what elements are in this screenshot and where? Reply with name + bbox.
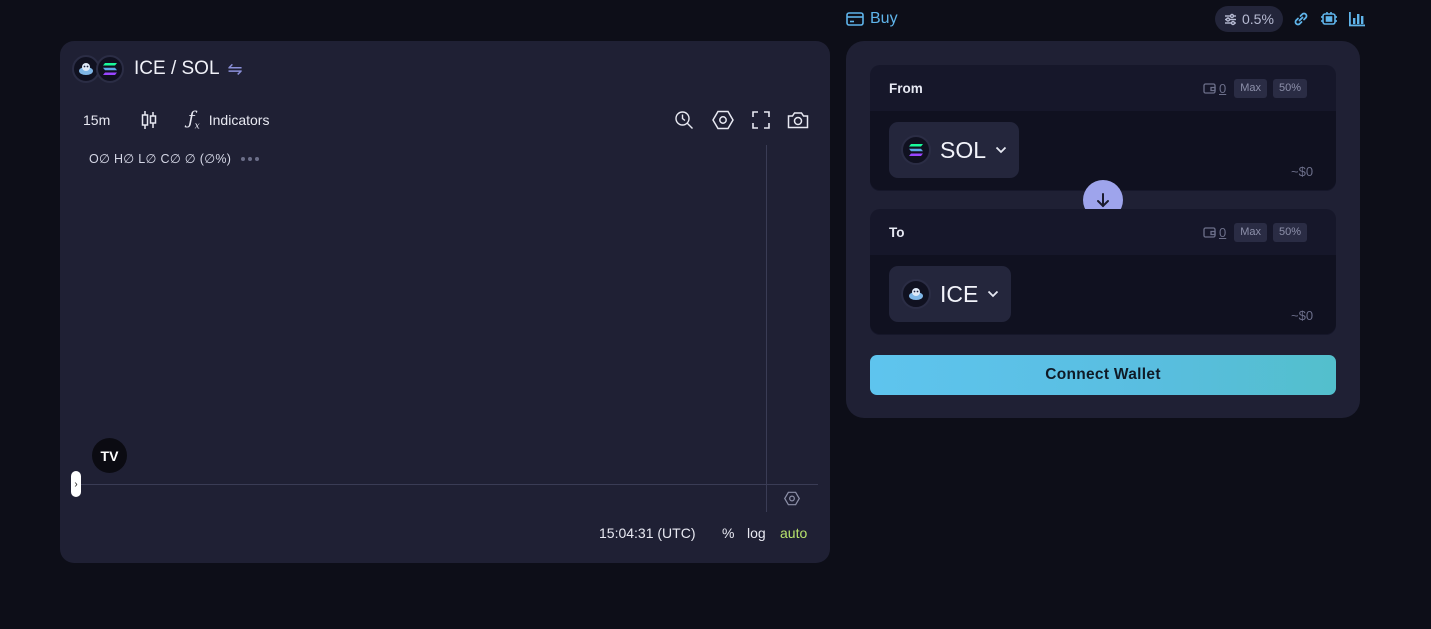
buy-label: Buy (870, 10, 898, 27)
indicators-label: Indicators (208, 112, 270, 128)
to-balance-controls: 0 Max 50% (1203, 222, 1308, 242)
card-icon (846, 12, 864, 26)
stats-button[interactable] (1347, 9, 1367, 29)
percent-scale-toggle[interactable]: % (722, 522, 734, 544)
candlestick-icon (141, 111, 157, 129)
settings-sliders-icon (1225, 13, 1236, 25)
to-token-select[interactable]: ICE (889, 266, 1012, 322)
to-token-symbol: ICE (940, 280, 979, 307)
from-token-select[interactable]: SOL (889, 122, 1020, 178)
from-usd-value: ~$0 (1291, 164, 1314, 179)
settings-hex-icon (784, 491, 800, 505)
pair-title: ICE / SOL (134, 58, 220, 79)
chip-icon (1320, 12, 1337, 25)
tradingview-logo-text: TV (100, 447, 119, 464)
slippage-value: 0.5% (1242, 11, 1274, 27)
chart-toolbar: 15m ƒx Indicators (72, 104, 820, 136)
wallet-icon (1203, 226, 1216, 238)
pair-header: ICE / SOL ⇋ (72, 53, 243, 85)
from-label: From (889, 81, 923, 96)
from-balance-controls: 0 Max 50% (1203, 78, 1308, 98)
buy-link[interactable]: Buy (846, 9, 898, 29)
bar-chart-icon (1348, 12, 1365, 27)
link-button[interactable] (1291, 9, 1311, 29)
tradingview-logo[interactable]: TV (92, 438, 127, 473)
chevron-down-icon (995, 146, 1007, 154)
from-max-button[interactable]: Max (1234, 78, 1268, 98)
routing-button[interactable] (1319, 9, 1339, 29)
swap-pair-icon[interactable]: ⇋ (228, 59, 243, 80)
connect-wallet-button[interactable]: Connect Wallet (870, 355, 1336, 395)
from-balance[interactable]: 0 (1219, 81, 1226, 96)
ice-token-icon (79, 63, 93, 75)
settings-hex-icon (712, 110, 734, 130)
sol-token-avatar (901, 135, 931, 165)
ice-token-icon (909, 288, 923, 300)
top-actions: 0.5% (1215, 6, 1367, 32)
screenshot-button[interactable] (787, 104, 809, 136)
interval-button[interactable]: 15m (83, 104, 110, 136)
arrow-down-icon (1097, 193, 1109, 208)
log-scale-toggle[interactable]: log (747, 522, 766, 544)
to-half-button[interactable]: 50% (1273, 222, 1308, 242)
chevron-right-icon: › (74, 478, 78, 490)
fullscreen-button[interactable] (752, 104, 770, 136)
sol-token-icon (909, 144, 923, 156)
more-dots-icon[interactable] (241, 156, 260, 161)
ice-token-avatar (901, 279, 931, 309)
zoom-tool-button[interactable] (674, 104, 694, 136)
price-axis-separator (766, 145, 767, 512)
function-icon: ƒx (188, 108, 200, 132)
fullscreen-icon (752, 111, 770, 129)
interval-label: 15m (83, 112, 111, 128)
to-label: To (889, 225, 905, 240)
ohlc-values: O∅ H∅ L∅ C∅ ∅ (∅%) (89, 152, 232, 166)
camera-icon (787, 112, 809, 129)
to-usd-value: ~$0 (1291, 308, 1314, 323)
indicators-button[interactable]: ƒx Indicators (188, 104, 269, 136)
to-balance[interactable]: 0 (1219, 225, 1226, 240)
to-max-button[interactable]: Max (1234, 222, 1268, 242)
drawing-toolbar-toggle[interactable]: › (71, 471, 81, 497)
wallet-icon (1203, 82, 1216, 94)
axis-settings-button[interactable] (783, 489, 801, 507)
chevron-down-icon (988, 290, 999, 298)
sol-token-avatar (96, 55, 124, 83)
from-token-symbol: SOL (940, 136, 987, 163)
ohlc-legend: O∅ H∅ L∅ C∅ ∅ (∅%) (89, 151, 260, 166)
time-readout: 15:04:31 (UTC) (599, 525, 696, 541)
chart-settings-button[interactable] (712, 104, 734, 136)
link-icon (1294, 12, 1308, 26)
time-axis-separator (72, 484, 818, 485)
auto-scale-toggle[interactable]: auto (780, 522, 807, 544)
slippage-button[interactable]: 0.5% (1215, 6, 1283, 32)
magnify-clock-icon (675, 111, 693, 129)
from-half-button[interactable]: 50% (1273, 78, 1308, 98)
sol-token-icon (103, 63, 117, 75)
chart-type-button[interactable] (141, 104, 157, 136)
